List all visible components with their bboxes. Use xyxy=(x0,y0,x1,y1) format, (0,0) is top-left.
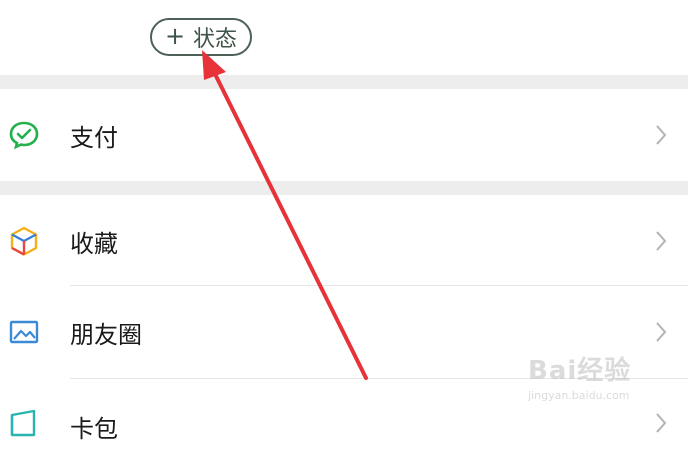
menu-item-label: 卡包 xyxy=(70,415,118,443)
wechat-pay-icon xyxy=(9,121,39,150)
add-status-button[interactable]: + 状态 xyxy=(150,18,252,56)
moments-image-icon xyxy=(9,320,39,344)
menu-item-label: 朋友圈 xyxy=(70,320,142,349)
menu-item-label: 收藏 xyxy=(70,229,118,258)
plus-icon: + xyxy=(164,22,186,50)
card-wallet-icon xyxy=(10,409,36,437)
favorites-cube-icon xyxy=(10,226,38,256)
chevron-right-icon xyxy=(656,322,667,342)
section-separator xyxy=(0,181,688,195)
chevron-right-icon xyxy=(656,125,667,145)
menu-item-pay[interactable]: 支付 xyxy=(0,89,688,181)
chevron-right-icon xyxy=(656,413,667,433)
menu-item-card-wallet[interactable]: 卡包 xyxy=(0,379,688,471)
section-separator xyxy=(0,75,688,89)
menu-item-label: 支付 xyxy=(70,123,118,152)
header-area: + 状态 xyxy=(0,0,688,75)
status-button-label: 状态 xyxy=(193,27,238,52)
chevron-right-icon xyxy=(656,231,667,251)
menu-item-favorites[interactable]: 收藏 xyxy=(0,195,688,287)
menu-item-moments[interactable]: 朋友圈 xyxy=(0,286,688,378)
